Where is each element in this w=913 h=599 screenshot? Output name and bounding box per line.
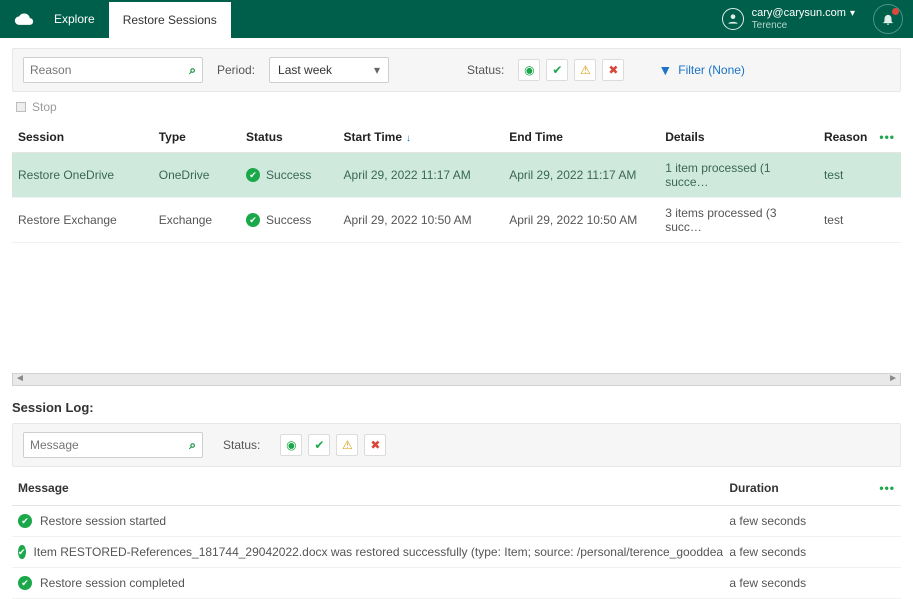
chevron-down-icon: ▾ bbox=[374, 63, 380, 77]
success-icon: ✔ bbox=[18, 576, 32, 590]
notification-dot-icon bbox=[892, 8, 899, 15]
log-row[interactable]: ✔Item RESTORED-References_181744_2904202… bbox=[12, 537, 901, 568]
cell-session: Restore OneDrive bbox=[12, 153, 153, 198]
session-log-header: Session Log: bbox=[12, 400, 901, 415]
search-icon[interactable]: ⌕ bbox=[189, 438, 196, 453]
status-filter-error[interactable]: ✖ bbox=[602, 59, 624, 81]
cell-end: April 29, 2022 11:17 AM bbox=[503, 153, 659, 198]
cell-type: Exchange bbox=[153, 198, 240, 243]
cell-details: 3 items processed (3 succ… bbox=[659, 198, 818, 243]
period-label: Period: bbox=[217, 63, 255, 77]
user-avatar-icon bbox=[722, 8, 744, 30]
cell-start: April 29, 2022 11:17 AM bbox=[338, 153, 504, 198]
log-cell-duration: a few seconds bbox=[723, 568, 873, 599]
reason-search[interactable]: ⌕ bbox=[23, 57, 203, 83]
success-icon: ✔ bbox=[246, 213, 260, 227]
filter-link-text: Filter (None) bbox=[678, 63, 745, 77]
cell-reason: test bbox=[818, 198, 873, 243]
cell-status: ✔Success bbox=[240, 198, 338, 243]
log-filter-bar: ⌕ Status: ◉ ✔ ⚠ ✖ bbox=[12, 423, 901, 467]
user-name: cary@carysun.com bbox=[752, 7, 846, 19]
cell-status: ✔Success bbox=[240, 153, 338, 198]
brand-logo bbox=[8, 0, 40, 38]
log-cell-duration: a few seconds bbox=[723, 506, 873, 537]
cell-end: April 29, 2022 10:50 AM bbox=[503, 198, 659, 243]
col-end[interactable]: End Time bbox=[503, 122, 659, 153]
horizontal-scrollbar[interactable] bbox=[12, 373, 901, 386]
log-message-search[interactable]: ⌕ bbox=[23, 432, 203, 458]
success-icon: ✔ bbox=[246, 168, 260, 182]
cell-start: April 29, 2022 10:50 AM bbox=[338, 198, 504, 243]
cell-type: OneDrive bbox=[153, 153, 240, 198]
cell-reason: test bbox=[818, 153, 873, 198]
log-message-input[interactable] bbox=[30, 438, 189, 452]
filter-link[interactable]: ▼ Filter (None) bbox=[658, 62, 745, 78]
col-type[interactable]: Type bbox=[153, 122, 240, 153]
cloud-icon bbox=[14, 9, 34, 29]
log-cell-message: ✔Restore session started bbox=[12, 506, 723, 537]
chevron-down-icon: ▾ bbox=[850, 8, 855, 19]
success-icon: ✔ bbox=[18, 545, 26, 559]
tenant-name: Terence bbox=[752, 20, 855, 31]
period-select[interactable]: Last week ▾ bbox=[269, 57, 389, 83]
col-details[interactable]: Details bbox=[659, 122, 818, 153]
log-status-warning[interactable]: ⚠ bbox=[336, 434, 358, 456]
table-row[interactable]: Restore OneDriveOneDrive✔SuccessApril 29… bbox=[12, 153, 901, 198]
cell-session: Restore Exchange bbox=[12, 198, 153, 243]
log-status-label: Status: bbox=[223, 438, 260, 452]
log-cell-message: ✔Item RESTORED-References_181744_2904202… bbox=[12, 537, 723, 568]
status-filter-running[interactable]: ◉ bbox=[518, 59, 540, 81]
cell-details: 1 item processed (1 succe… bbox=[659, 153, 818, 198]
status-filter-success[interactable]: ✔ bbox=[546, 59, 568, 81]
log-col-duration[interactable]: Duration bbox=[723, 471, 873, 506]
user-menu[interactable]: cary@carysun.com ▾ Terence bbox=[722, 0, 913, 38]
search-icon[interactable]: ⌕ bbox=[189, 63, 196, 78]
funnel-icon: ▼ bbox=[658, 62, 672, 78]
col-status[interactable]: Status bbox=[240, 122, 338, 153]
log-table: Message Duration ••• ✔Restore session st… bbox=[12, 471, 901, 599]
status-label: Status: bbox=[467, 63, 504, 77]
log-columns-more-icon[interactable]: ••• bbox=[879, 481, 895, 495]
reason-input[interactable] bbox=[30, 63, 189, 77]
log-cell-duration: a few seconds bbox=[723, 537, 873, 568]
stop-button[interactable]: Stop bbox=[12, 92, 901, 122]
col-session[interactable]: Session bbox=[12, 122, 153, 153]
notifications-button[interactable] bbox=[873, 4, 903, 34]
success-icon: ✔ bbox=[18, 514, 32, 528]
stop-icon bbox=[16, 102, 26, 112]
tab-explore[interactable]: Explore bbox=[40, 0, 109, 38]
log-row[interactable]: ✔Restore session completeda few seconds bbox=[12, 568, 901, 599]
columns-more-icon[interactable]: ••• bbox=[879, 130, 895, 144]
log-status-running[interactable]: ◉ bbox=[280, 434, 302, 456]
sessions-filter-bar: ⌕ Period: Last week ▾ Status: ◉ ✔ ⚠ ✖ ▼ … bbox=[12, 48, 901, 92]
stop-label: Stop bbox=[32, 100, 57, 114]
log-row[interactable]: ✔Restore session starteda few seconds bbox=[12, 506, 901, 537]
sessions-table: Session Type Status Start Time↓ End Time… bbox=[12, 122, 901, 243]
col-start[interactable]: Start Time↓ bbox=[338, 122, 504, 153]
status-filter-warning[interactable]: ⚠ bbox=[574, 59, 596, 81]
sort-descending-icon: ↓ bbox=[406, 133, 411, 144]
col-reason[interactable]: Reason bbox=[818, 122, 873, 153]
top-bar: Explore Restore Sessions cary@carysun.co… bbox=[0, 0, 913, 38]
period-value: Last week bbox=[278, 63, 332, 77]
log-status-success[interactable]: ✔ bbox=[308, 434, 330, 456]
log-cell-message: ✔Restore session completed bbox=[12, 568, 723, 599]
log-status-error[interactable]: ✖ bbox=[364, 434, 386, 456]
table-row[interactable]: Restore ExchangeExchange✔SuccessApril 29… bbox=[12, 198, 901, 243]
tab-restore-sessions[interactable]: Restore Sessions bbox=[109, 0, 231, 38]
log-col-message[interactable]: Message bbox=[12, 471, 723, 506]
